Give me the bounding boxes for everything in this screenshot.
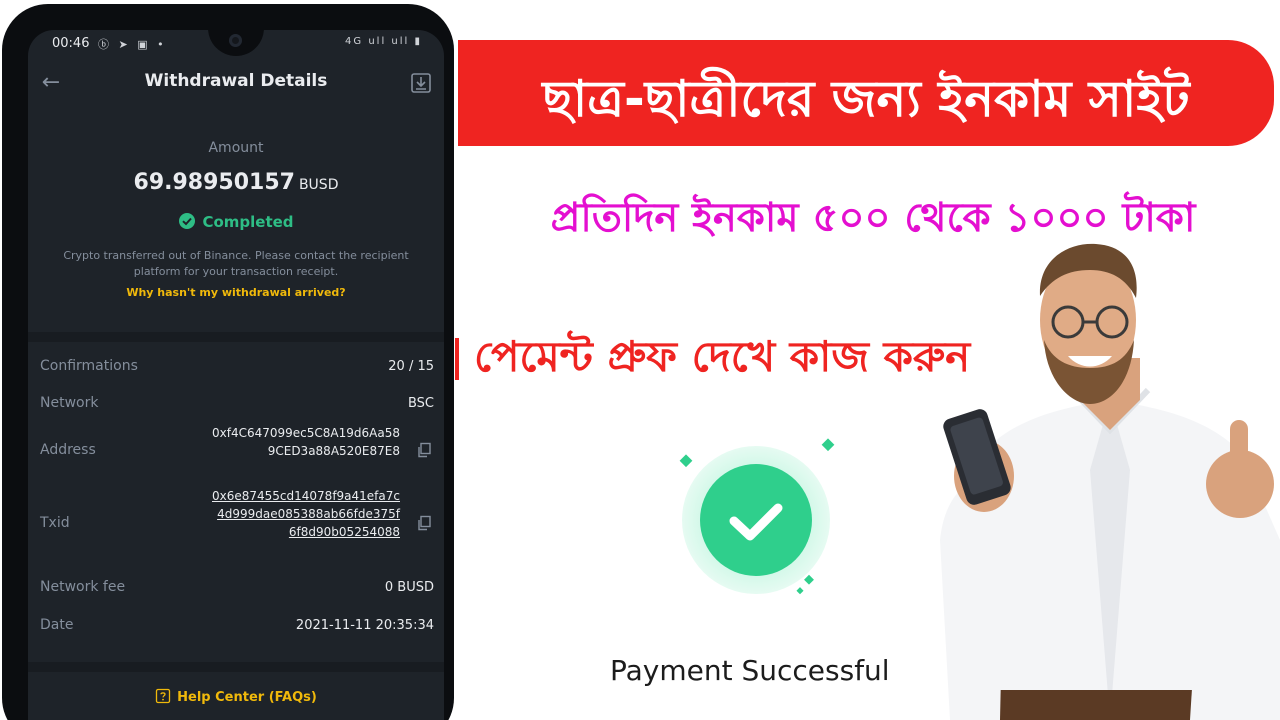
txid-line: 0x6e87455cd14078f9a41efa7c: [212, 489, 400, 503]
amount-value: 69.98950157: [133, 170, 295, 195]
payment-proof-text: পেমেন্ট প্রুফ দেখে কাজ করুন: [474, 332, 971, 381]
thumbnail-canvas: 00:46 ⓑ ➤ ▣ • 4G ull ull ▮ ← Withdrawal …: [0, 0, 1280, 720]
payment-successful-text: Payment Successful: [610, 654, 890, 687]
download-icon[interactable]: [408, 70, 434, 96]
status-time: 00:46: [52, 36, 90, 51]
address-line: 9CED3a88A520E87E8: [267, 444, 400, 458]
txid-line: 4d999dae085388ab66fde375f: [217, 507, 400, 521]
date-label: Date: [40, 617, 74, 633]
confirmations-value: 20 / 15: [388, 359, 434, 374]
status-bar: 00:46 ⓑ ➤ ▣ • 4G ull ull ▮: [28, 30, 444, 56]
txid-label: Txid: [40, 515, 70, 531]
help-center-label: Help Center (FAQs): [177, 690, 317, 705]
help-center-link[interactable]: Help Center (FAQs): [28, 688, 444, 705]
withdrawal-details-list: Confirmations 20 / 15 Network BSC Addres…: [28, 342, 444, 662]
address-label: Address: [40, 442, 96, 458]
section-divider: [28, 662, 444, 672]
transfer-info-text: Crypto transferred out of Binance. Pleas…: [63, 249, 409, 278]
network-label: Network: [40, 395, 99, 411]
why-withdrawal-link[interactable]: Why hasn't my withdrawal arrived?: [28, 286, 444, 299]
phone-frame: 00:46 ⓑ ➤ ▣ • 4G ull ull ▮ ← Withdrawal …: [2, 4, 454, 720]
headline-text: ছাত্র-ছাত্রীদের জন্য ইনকাম সাইট: [542, 70, 1190, 128]
notification-icons: ⓑ ➤ ▣ •: [98, 38, 167, 51]
help-question-icon: [156, 688, 171, 704]
amount-unit: BUSD: [298, 177, 339, 193]
smiling-man-photo: [940, 243, 1280, 720]
address-value: 0xf4C647099ec5C8A19d6Aa58 9CED3a88A520E8…: [212, 424, 400, 460]
network-fee-label: Network fee: [40, 579, 126, 595]
app-bar: ← Withdrawal Details: [28, 66, 444, 102]
success-check-icon: [679, 438, 835, 595]
address-line: 0xf4C647099ec5C8A19d6Aa58: [212, 426, 400, 440]
accent-bar: [455, 338, 459, 380]
amount-row: 69.98950157 BUSD: [28, 170, 444, 195]
section-divider: [28, 332, 444, 342]
txid-line: 6f8d90b05254088: [288, 525, 400, 539]
confirmations-label: Confirmations: [40, 358, 138, 374]
phone-screen: 00:46 ⓑ ➤ ▣ • 4G ull ull ▮ ← Withdrawal …: [28, 30, 444, 720]
check-circle-icon: [179, 213, 196, 229]
signal-battery-icons: 4G ull ull ▮: [345, 36, 422, 47]
status-text: Completed: [202, 213, 294, 231]
network-value: BSC: [407, 396, 434, 411]
headline-banner: ছাত্র-ছাত্রীদের জন্য ইনকাম সাইট: [458, 40, 1274, 146]
amount-label: Amount: [208, 140, 264, 156]
status-badge: Completed: [28, 212, 444, 231]
copy-address-icon[interactable]: [416, 442, 432, 458]
network-fee-value: 0 BUSD: [384, 580, 434, 595]
copy-txid-icon[interactable]: [416, 515, 432, 531]
page-title: Withdrawal Details: [144, 71, 328, 91]
txid-value-link[interactable]: 0x6e87455cd14078f9a41efa7c 4d999dae08538…: [212, 487, 400, 541]
date-value: 2021-11-11 20:35:34: [295, 618, 434, 633]
